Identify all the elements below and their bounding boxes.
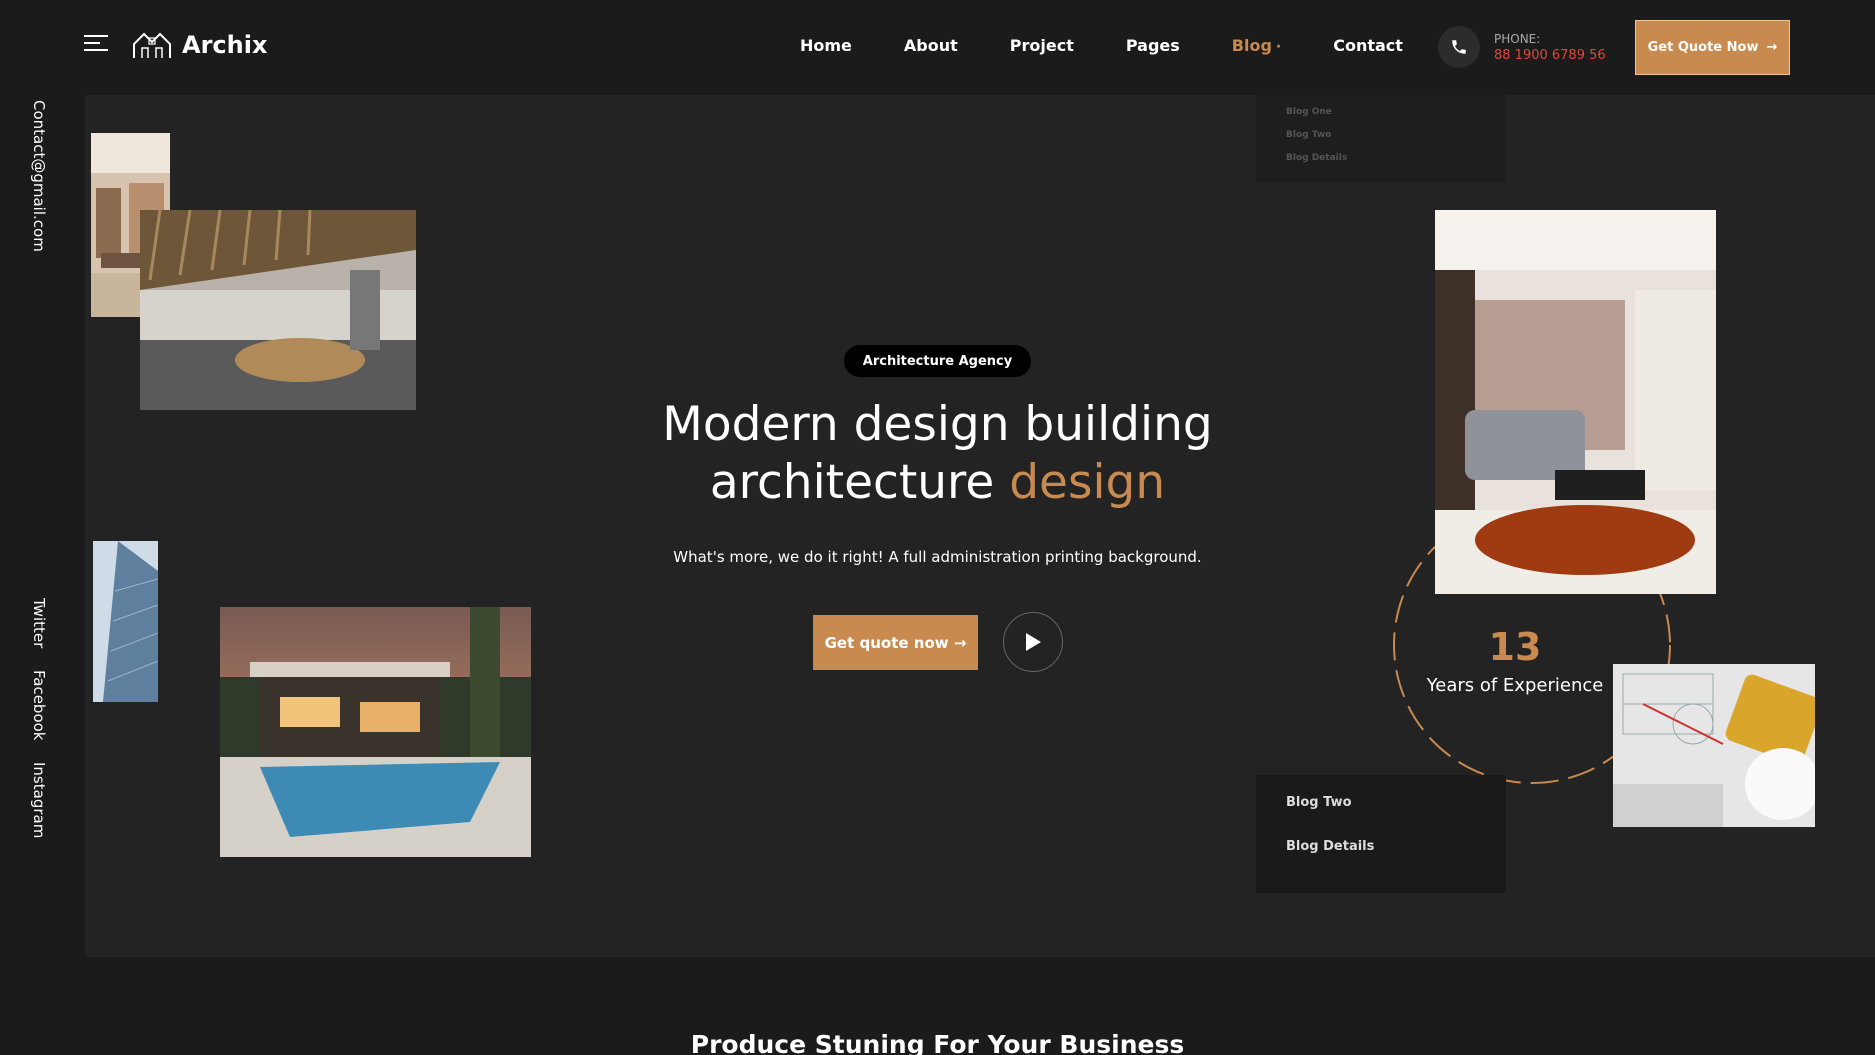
nav-blog[interactable]: Blog (1232, 36, 1281, 55)
dropdown-item-blog-two-lower[interactable]: Blog Two (1286, 795, 1506, 810)
social-facebook[interactable]: Facebook (30, 670, 48, 740)
get-quote-button[interactable]: Get Quote Now → (1635, 20, 1790, 75)
phone-label: PHONE: (1494, 31, 1541, 46)
skyscraper-image (93, 541, 158, 702)
villa-pool-image (220, 607, 531, 857)
hero-subtitle: What's more, we do it right! A full admi… (673, 548, 1202, 566)
get-quote-now-button[interactable]: Get quote now → (813, 615, 978, 670)
get-quote-label: Get Quote Now (1647, 40, 1759, 55)
hero-title-line2: architecture (709, 455, 995, 510)
dropdown-item-blog-details-lower[interactable]: Blog Details (1286, 839, 1506, 854)
hero-badge: Architecture Agency (844, 345, 1031, 377)
nav-home[interactable]: Home (800, 36, 852, 55)
logo[interactable]: Archix (132, 30, 267, 60)
dropdown-item-blog-one[interactable]: Blog One (1286, 107, 1506, 117)
blog-dropdown-faded: Blog One Blog Two Blog Details (1256, 95, 1506, 183)
nav-about[interactable]: About (904, 36, 958, 55)
nav-project[interactable]: Project (1010, 36, 1074, 55)
experience-label: Years of Experience (1426, 675, 1604, 696)
blog-dropdown: Blog Two Blog Details (1256, 775, 1506, 893)
social-instagram[interactable]: Instagram (30, 762, 48, 838)
header: Archix Home About Project Pages Blog Con… (0, 0, 1875, 95)
social-twitter[interactable]: Twitter (30, 598, 48, 648)
play-video-button[interactable] (1003, 612, 1063, 672)
hamburger-menu-icon[interactable] (84, 35, 108, 53)
play-icon (1026, 633, 1041, 651)
phone-number[interactable]: 88 1900 6789 56 (1494, 48, 1606, 63)
house-logo-icon (133, 32, 171, 58)
phone-contact[interactable]: PHONE: 88 1900 6789 56 (1438, 26, 1606, 68)
sidebar-email[interactable]: Contact@gmail.com (30, 100, 48, 252)
hero-title: Modern design building architecture desi… (600, 396, 1275, 512)
dropdown-item-blog-details[interactable]: Blog Details (1286, 153, 1506, 163)
brand-name: Archix (182, 31, 268, 59)
cta-label: Get quote now → (824, 633, 967, 652)
living-room-image (1435, 210, 1716, 594)
blueprint-helmet-image (1613, 664, 1815, 827)
dropdown-item-blog-two[interactable]: Blog Two (1286, 130, 1506, 140)
office-interior-image (140, 210, 416, 410)
main-nav: Home About Project Pages Blog Contact (800, 36, 1455, 55)
nav-pages[interactable]: Pages (1126, 36, 1180, 55)
hero-title-accent: design (1009, 455, 1166, 510)
hero-title-line1: Modern design building (662, 397, 1213, 452)
experience-number: 13 (1488, 625, 1542, 669)
section-heading: Produce Stuning For Your Business (690, 1030, 1185, 1055)
phone-icon (1438, 26, 1480, 68)
arrow-right-icon: → (1766, 40, 1778, 55)
nav-contact[interactable]: Contact (1333, 36, 1403, 55)
